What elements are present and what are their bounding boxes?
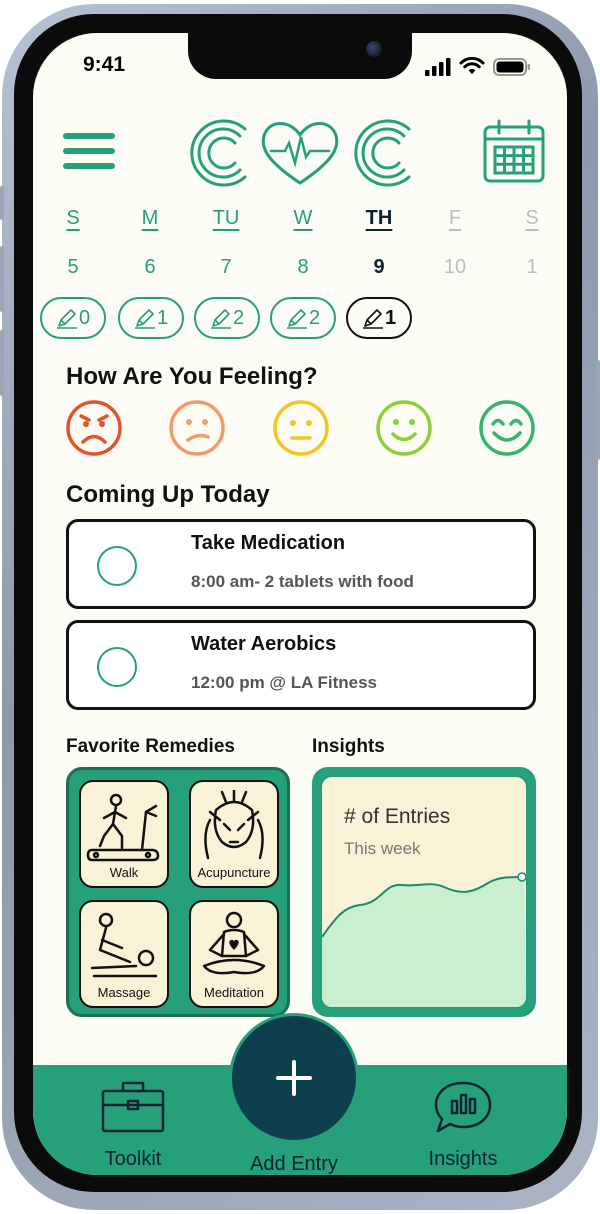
massage-icon <box>90 912 158 978</box>
task-title: Take Medication <box>191 532 346 554</box>
feeling-heading: How Are You Feeling? <box>66 363 318 390</box>
task-checkbox[interactable] <box>97 647 137 687</box>
very-happy-face-icon[interactable] <box>478 399 536 457</box>
task-card[interactable]: Take Medication 8:00 am- 2 tablets with … <box>66 519 536 609</box>
day-label: M <box>141 207 159 229</box>
calendar-icon[interactable] <box>481 119 547 185</box>
treadmill-icon <box>86 793 160 862</box>
plus-icon <box>276 1060 312 1096</box>
very-sad-face-icon[interactable] <box>65 399 123 457</box>
date-5[interactable]: 5 <box>48 256 98 279</box>
menu-icon[interactable] <box>63 133 115 171</box>
insights-heading: Insights <box>312 736 385 757</box>
remedy-massage[interactable]: Massage <box>79 900 169 1008</box>
notch <box>188 33 412 79</box>
entry-count-pill-sunday[interactable]: 0 <box>40 297 106 339</box>
nav-insights-label: Insights <box>428 1148 498 1170</box>
day-label: S <box>66 207 80 229</box>
day-sunday[interactable]: S <box>48 207 98 230</box>
remedy-label: Walk <box>109 865 139 880</box>
entry-count-pill-wednesday[interactable]: 2 <box>270 297 336 339</box>
day-monday[interactable]: M <box>125 207 175 230</box>
nav-add-entry-label: Add Entry <box>250 1153 338 1175</box>
cellular-signal-icon <box>425 57 451 76</box>
remedy-label: Massage <box>97 985 151 1000</box>
date-1[interactable]: 1 <box>507 256 557 279</box>
remedy-label: Acupuncture <box>197 865 271 880</box>
day-label: W <box>293 207 313 229</box>
entry-count-pill-thursday[interactable]: 1 <box>346 297 412 339</box>
pencil-icon <box>134 309 155 329</box>
coming-up-heading: Coming Up Today <box>66 481 270 508</box>
pencil-icon <box>56 309 77 329</box>
app-logo <box>190 119 411 187</box>
day-saturday[interactable]: S <box>507 207 557 230</box>
entry-count-pill-monday[interactable]: 1 <box>118 297 184 339</box>
entry-count: 2 <box>232 306 245 329</box>
entry-count: 1 <box>384 306 397 329</box>
task-checkbox[interactable] <box>97 546 137 586</box>
day-friday[interactable]: F <box>430 207 480 230</box>
neutral-face-icon[interactable] <box>272 399 330 457</box>
battery-icon <box>493 57 530 76</box>
acupuncture-icon <box>204 790 264 860</box>
wifi-icon <box>459 57 485 74</box>
date-6[interactable]: 6 <box>125 256 175 279</box>
day-label: TH <box>365 207 393 229</box>
day-wednesday[interactable]: W <box>278 207 328 230</box>
day-thursday[interactable]: TH <box>354 207 404 230</box>
toolbox-icon <box>101 1081 165 1133</box>
pencil-icon <box>210 309 231 329</box>
day-label: S <box>525 207 539 229</box>
day-label: TU <box>212 207 240 229</box>
insights-chat-icon <box>434 1081 492 1133</box>
insights-card-inner: # of Entries This week <box>322 777 526 1007</box>
nav-toolkit-label: Toolkit <box>104 1148 162 1170</box>
pencil-icon <box>362 309 383 329</box>
pencil-icon <box>286 309 307 329</box>
remedies-panel: Walk Acupuncture Massage Meditation <box>66 767 290 1017</box>
task-card[interactable]: Water Aerobics 12:00 pm @ LA Fitness <box>66 620 536 710</box>
nav-toolkit[interactable]: Toolkit <box>87 1079 179 1171</box>
insights-card[interactable]: # of Entries This week <box>312 767 536 1017</box>
remedy-meditation[interactable]: Meditation <box>189 900 279 1008</box>
entries-trend-sparkline <box>322 872 526 1007</box>
date-9[interactable]: 9 <box>354 256 404 279</box>
remedy-label: Meditation <box>204 985 264 1000</box>
entry-count: 0 <box>78 306 91 329</box>
remedy-acupuncture[interactable]: Acupuncture <box>189 780 279 888</box>
nav-insights[interactable]: Insights <box>413 1079 513 1171</box>
happy-face-icon[interactable] <box>375 399 433 457</box>
status-icons <box>425 57 531 76</box>
remedies-heading: Favorite Remedies <box>66 736 235 757</box>
entry-count-pill-tuesday[interactable]: 2 <box>194 297 260 339</box>
mute-switch <box>0 186 4 220</box>
front-camera <box>366 41 382 57</box>
date-10[interactable]: 10 <box>430 256 480 279</box>
entry-count: 1 <box>156 306 169 329</box>
day-label: F <box>448 207 462 229</box>
meditation-icon <box>202 911 266 975</box>
nav-add-entry-label-wrap: Add Entry <box>229 1153 359 1175</box>
volume-up-button <box>0 246 4 312</box>
task-title: Water Aerobics <box>191 633 337 655</box>
day-tuesday[interactable]: TU <box>201 207 251 230</box>
task-detail: 8:00 am- 2 tablets with food <box>191 572 414 591</box>
volume-down-button <box>0 330 4 396</box>
date-7[interactable]: 7 <box>201 256 251 279</box>
power-button <box>596 360 600 460</box>
remedy-walk[interactable]: Walk <box>79 780 169 888</box>
date-8[interactable]: 8 <box>278 256 328 279</box>
status-time: 9:41 <box>83 53 126 76</box>
entry-count: 2 <box>308 306 321 329</box>
add-entry-button[interactable] <box>229 1013 359 1143</box>
task-detail: 12:00 pm @ LA Fitness <box>191 673 377 692</box>
sad-face-icon[interactable] <box>168 399 226 457</box>
app-screen: 9:41 S M TU W TH F S 5 6 7 8 9 10 1 0 1 … <box>33 33 567 1175</box>
